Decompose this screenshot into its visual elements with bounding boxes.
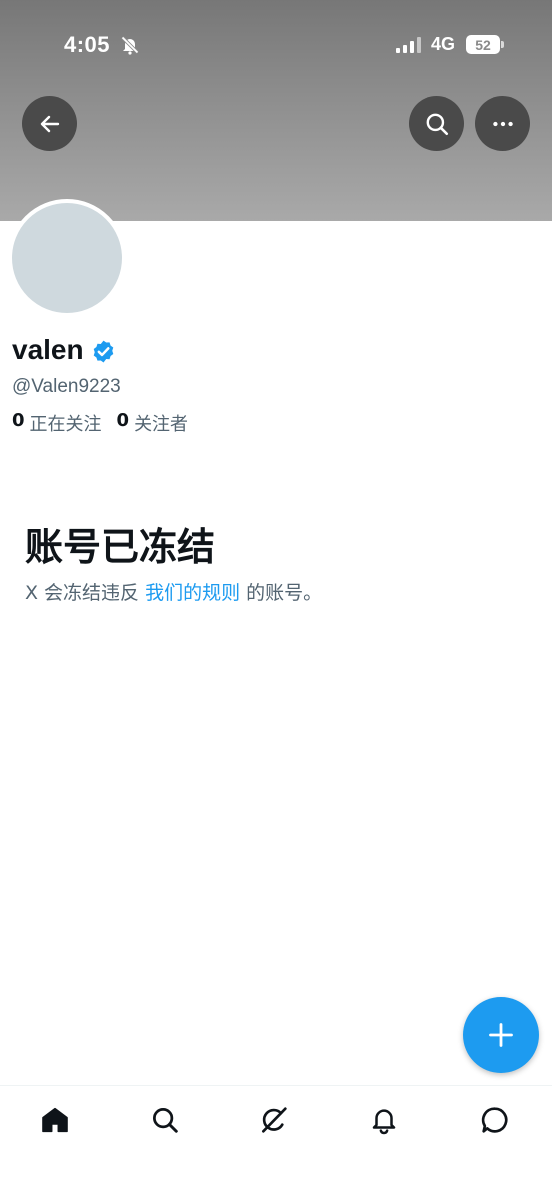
display-name-row: valen bbox=[12, 334, 116, 366]
more-options-button[interactable] bbox=[475, 96, 530, 151]
grok-icon bbox=[262, 1107, 287, 1133]
avatar[interactable] bbox=[8, 199, 126, 317]
search-icon bbox=[426, 113, 448, 135]
status-time: 4:05 bbox=[64, 32, 111, 57]
more-icon bbox=[492, 121, 513, 126]
back-arrow-icon bbox=[40, 115, 59, 132]
compose-button[interactable] bbox=[463, 997, 539, 1073]
user-handle: @Valen9223 bbox=[12, 376, 121, 397]
followers-count[interactable]: 0 bbox=[117, 410, 130, 436]
rules-link[interactable]: 我们的规则 bbox=[145, 582, 240, 604]
verified-badge-icon[interactable] bbox=[91, 339, 116, 364]
following-count[interactable]: 0 bbox=[12, 410, 25, 436]
following-label[interactable]: 正在关注 bbox=[30, 410, 102, 436]
messages-icon bbox=[481, 1107, 508, 1133]
nav-messages[interactable] bbox=[467, 1098, 523, 1142]
search-icon bbox=[153, 1108, 178, 1133]
display-name: valen bbox=[12, 334, 84, 365]
battery-icon: 52 bbox=[466, 35, 504, 54]
silent-bell-icon bbox=[121, 36, 139, 55]
follow-stats: 0 正在关注 0 关注者 bbox=[12, 410, 203, 436]
nav-search[interactable] bbox=[137, 1098, 193, 1142]
status-bar: 4:05 4G 52 bbox=[0, 0, 552, 90]
network-type: 4G bbox=[431, 34, 456, 54]
signal-icon bbox=[396, 37, 421, 53]
notifications-icon bbox=[372, 1109, 396, 1135]
home-icon bbox=[42, 1107, 68, 1133]
nav-notifications[interactable] bbox=[356, 1098, 412, 1142]
desc-before: X 会冻结违反 bbox=[25, 582, 140, 604]
desc-after: 的账号。 bbox=[246, 582, 323, 604]
suspended-description: X 会冻结违反 我们的规则 的账号。 bbox=[25, 578, 322, 605]
followers-label[interactable]: 关注者 bbox=[134, 410, 188, 436]
battery-level: 52 bbox=[475, 36, 491, 53]
bottom-nav bbox=[0, 1085, 552, 1200]
plus-icon bbox=[489, 1023, 513, 1047]
nav-home[interactable] bbox=[27, 1098, 83, 1142]
suspended-title: 账号已冻结 bbox=[25, 525, 216, 569]
search-button[interactable] bbox=[409, 96, 464, 151]
back-button[interactable] bbox=[22, 96, 77, 151]
nav-grok[interactable] bbox=[246, 1098, 302, 1142]
